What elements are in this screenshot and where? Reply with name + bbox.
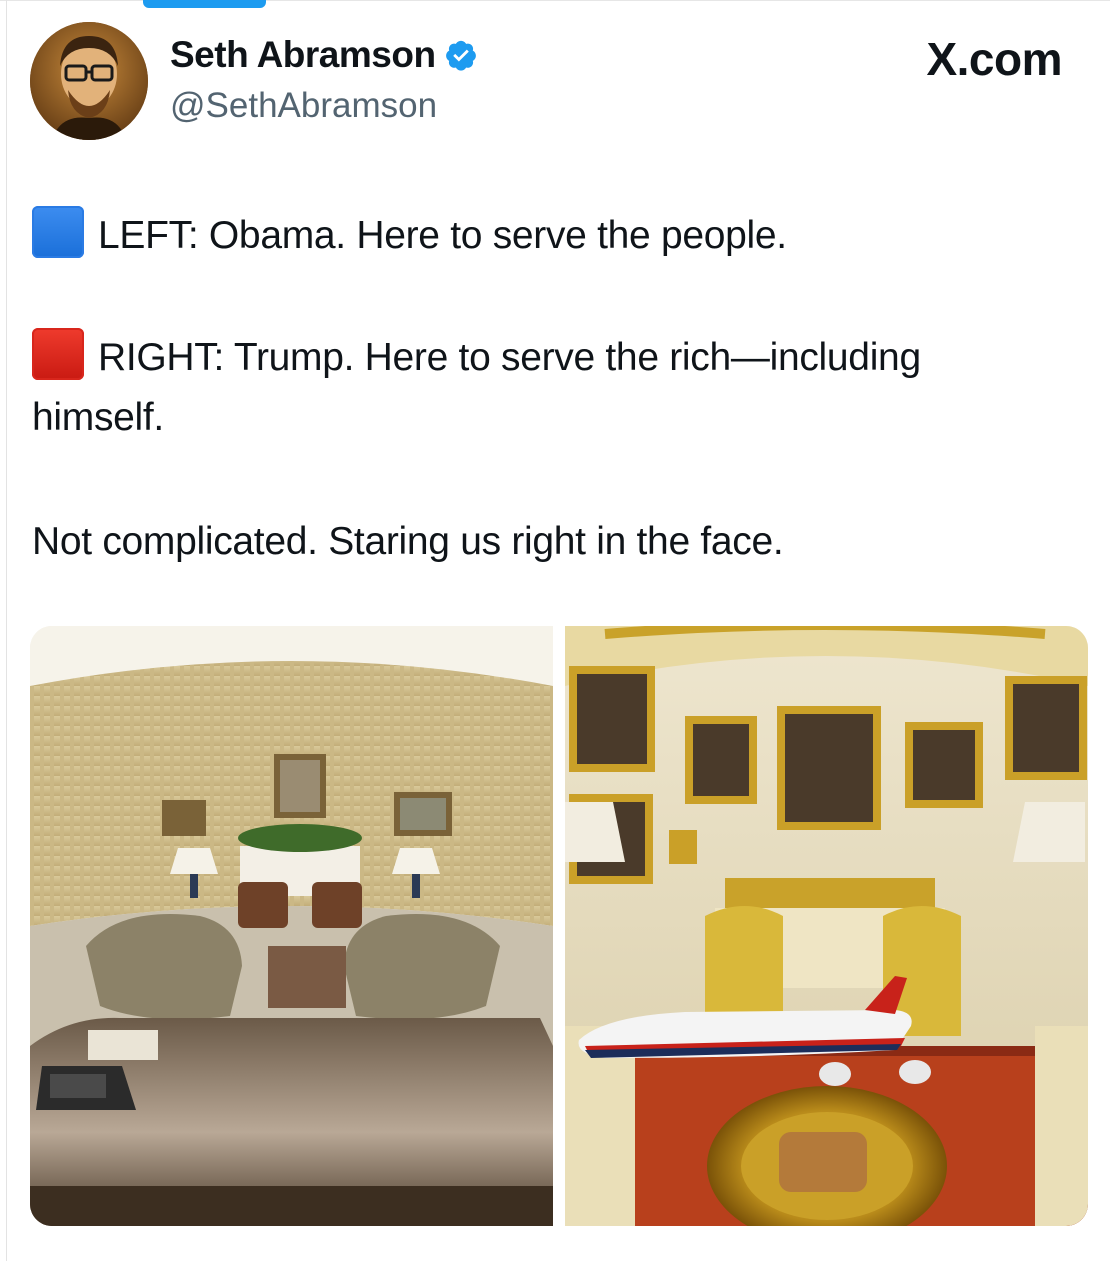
right-line-text: RIGHT: Trump. Here to serve the rich—inc… (98, 336, 921, 379)
display-name[interactable]: Seth Abramson (170, 34, 436, 76)
tweet-right-line-continued: himself. (32, 396, 164, 439)
avatar[interactable] (30, 22, 148, 140)
blue-square-icon (32, 206, 84, 258)
oval-office-trump-photo[interactable] (565, 626, 1088, 1226)
tweet-closing-line: Not complicated. Staring us right in the… (32, 520, 784, 563)
active-tab-indicator (143, 0, 266, 8)
red-square-icon (32, 328, 84, 380)
left-line-text: LEFT: Obama. Here to serve the people. (98, 214, 787, 257)
left-divider (6, 0, 7, 1261)
tweet-left-line: LEFT: Obama. Here to serve the people. (32, 206, 787, 266)
verified-badge-icon (445, 40, 476, 71)
oval-office-obama-photo[interactable] (30, 626, 553, 1226)
tweet-right-line: RIGHT: Trump. Here to serve the rich—inc… (32, 328, 921, 388)
brand-label: X.com (926, 33, 1062, 85)
user-handle[interactable]: @SethAbramson (170, 86, 437, 126)
